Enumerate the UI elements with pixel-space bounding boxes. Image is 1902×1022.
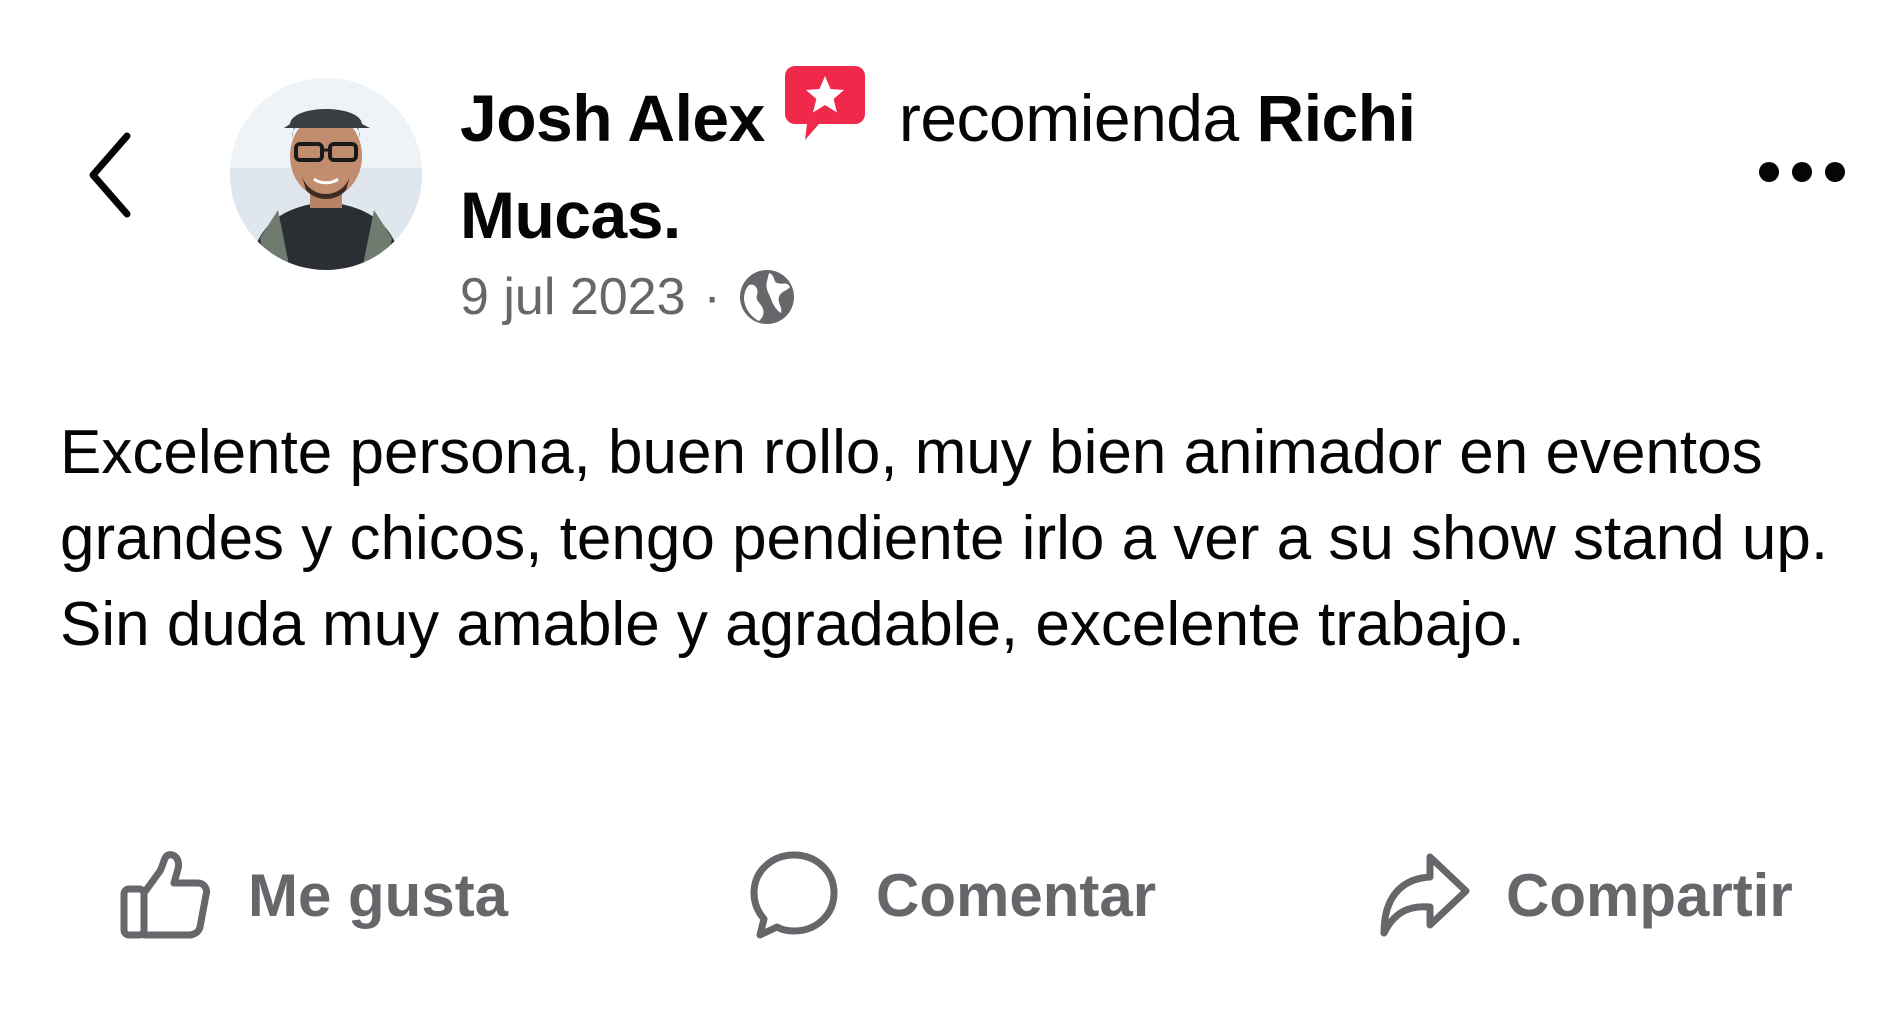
avatar[interactable]: [230, 78, 422, 270]
post-header: Josh Alex recomienda Richi Mucas.: [460, 66, 1520, 263]
action-bar: Me gusta Comentar Compartir: [0, 840, 1902, 950]
comment-bubble-icon: [750, 851, 838, 939]
header-line-2: Mucas.: [460, 167, 1520, 263]
post-meta: 9 jul 2023 ·: [460, 262, 795, 332]
like-label: Me gusta: [248, 861, 509, 929]
recommend-verb: recomienda: [898, 81, 1239, 155]
share-label: Compartir: [1506, 861, 1793, 929]
comment-label: Comentar: [876, 861, 1157, 929]
more-options-button[interactable]: [1752, 150, 1852, 194]
page-name-line1[interactable]: Richi: [1257, 81, 1416, 155]
header-line-1: Josh Alex recomienda Richi: [460, 66, 1520, 167]
thumbs-up-icon: [120, 851, 210, 939]
post-text: Excelente persona, buen rollo, muy bien …: [60, 418, 1829, 659]
post-date[interactable]: 9 jul 2023: [460, 262, 686, 332]
comment-button[interactable]: Comentar: [748, 840, 1156, 950]
chevron-left-icon: [89, 132, 131, 218]
recommend-star-icon: [784, 66, 865, 167]
author-name[interactable]: Josh Alex: [460, 81, 765, 155]
meta-separator: ·: [703, 268, 721, 326]
more-options-icon: [1759, 162, 1845, 182]
back-button[interactable]: [75, 125, 145, 225]
share-arrow-icon: [1380, 853, 1470, 937]
like-button[interactable]: Me gusta: [120, 840, 508, 950]
avatar-photo: [230, 78, 422, 270]
globe-icon: [739, 270, 794, 324]
page-name-line2[interactable]: Mucas.: [460, 178, 681, 252]
share-button[interactable]: Compartir: [1378, 840, 1793, 950]
